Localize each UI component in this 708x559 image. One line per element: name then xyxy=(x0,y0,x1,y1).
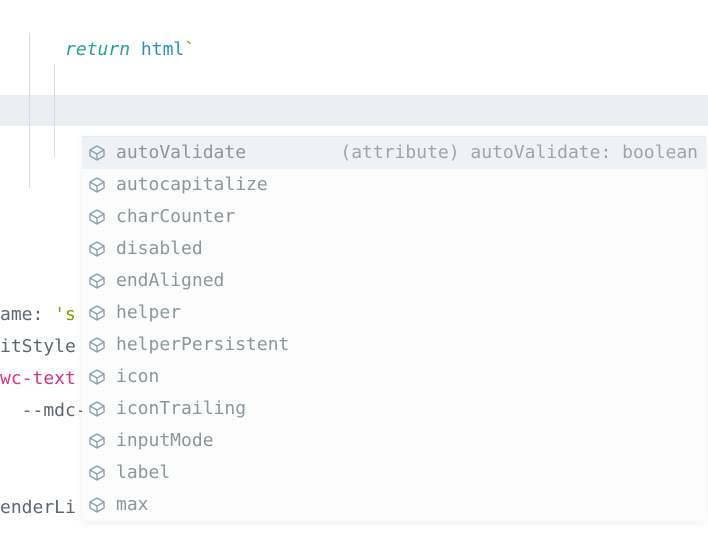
active-line[interactable] xyxy=(0,95,708,126)
field-icon xyxy=(88,336,106,354)
autocomplete-detail: (attribute) autoValidate: boolean xyxy=(340,137,706,169)
autocomplete-label: autoValidate xyxy=(116,137,246,169)
autocomplete-item[interactable]: helperPersistent xyxy=(82,329,706,361)
autocomplete-item[interactable]: label xyxy=(82,457,706,489)
autocomplete-item[interactable]: iconTrailing xyxy=(82,393,706,425)
field-icon xyxy=(88,272,106,290)
autocomplete-label: icon xyxy=(116,361,159,393)
autocomplete-item[interactable]: charCounter xyxy=(82,201,706,233)
autocomplete-item[interactable]: helper xyxy=(82,297,706,329)
field-icon xyxy=(88,240,106,258)
bg-code-fragment: ame: 's xyxy=(0,299,76,331)
autocomplete-label: helper xyxy=(116,297,181,329)
field-icon xyxy=(88,208,106,226)
field-icon xyxy=(88,400,106,418)
autocomplete-label: label xyxy=(116,457,170,489)
autocomplete-popup[interactable]: autoValidate (attribute) autoValidate: b… xyxy=(82,136,706,521)
autocomplete-item[interactable]: autocapitalize xyxy=(82,169,706,201)
field-icon xyxy=(88,368,106,386)
field-icon xyxy=(88,176,106,194)
autocomplete-item[interactable]: endAligned xyxy=(82,265,706,297)
autocomplete-label: iconTrailing xyxy=(116,393,246,425)
field-icon xyxy=(88,144,106,162)
field-icon xyxy=(88,304,106,322)
bg-code-fragment: itStyle xyxy=(0,331,76,363)
autocomplete-item[interactable]: autoValidate (attribute) autoValidate: b… xyxy=(82,137,706,169)
bg-code-fragment: enderLi xyxy=(0,492,76,524)
code-line: <mwc-textfield xyxy=(0,33,708,64)
autocomplete-label: charCounter xyxy=(116,201,235,233)
autocomplete-item[interactable]: disabled xyxy=(82,233,706,265)
autocomplete-label: endAligned xyxy=(116,265,224,297)
autocomplete-item[interactable]: inputMode xyxy=(82,425,706,457)
autocomplete-label: disabled xyxy=(116,233,203,265)
autocomplete-label: inputMode xyxy=(116,425,214,457)
code-line: return html` xyxy=(0,2,708,33)
autocomplete-label: helperPersistent xyxy=(116,329,289,361)
field-icon xyxy=(88,496,106,514)
bg-code-fragment: wc-text xyxy=(0,363,76,395)
field-icon xyxy=(88,432,106,450)
autocomplete-label: max xyxy=(116,489,149,521)
autocomplete-item[interactable]: icon xyxy=(82,361,706,393)
autocomplete-item[interactable]: max xyxy=(82,489,706,521)
bg-code-fragment: --mdc- xyxy=(0,395,87,427)
field-icon xyxy=(88,464,106,482)
autocomplete-label: autocapitalize xyxy=(116,169,268,201)
code-line: ?outlined=${true} xyxy=(0,64,708,95)
